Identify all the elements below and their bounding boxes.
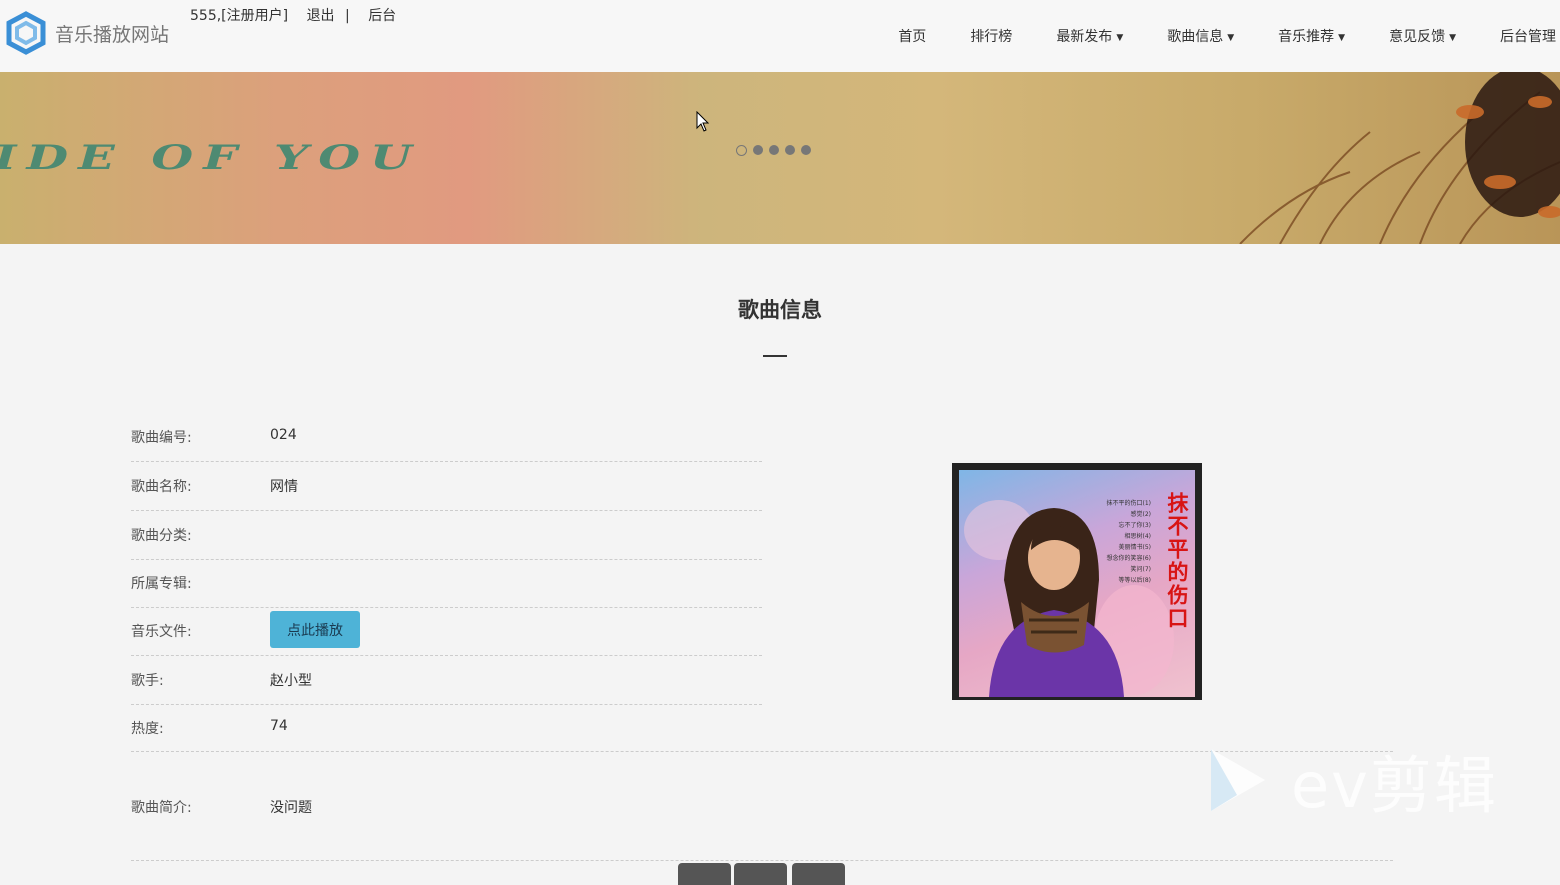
banner-grass-decoration xyxy=(1239,72,1560,244)
bottom-action-button[interactable] xyxy=(792,863,845,885)
row-value: 024 xyxy=(270,427,297,443)
carousel-dot[interactable] xyxy=(736,145,747,156)
nav-label: 排行榜 xyxy=(970,29,1013,45)
separator: | xyxy=(345,8,350,24)
main-nav: 首页 排行榜 最新发布 ▼ 歌曲信息 ▼ 音乐推荐 ▼ 意见反馈 ▼ 后台管理 xyxy=(854,26,1556,46)
info-row-popularity: 热度: 74 xyxy=(131,704,762,752)
row-label: 歌曲编号: xyxy=(131,430,192,446)
track-text: 相思树(4) xyxy=(1124,533,1152,540)
track-text: 美丽情书(5) xyxy=(1118,544,1152,551)
nav-item-admin[interactable]: 后台管理 xyxy=(1500,26,1556,46)
nav-item-recommend[interactable]: 音乐推荐 ▼ xyxy=(1278,26,1345,46)
backend-link[interactable]: 后台 xyxy=(368,8,396,24)
banner-text: IDE OF YOU xyxy=(0,138,422,178)
carousel-dot[interactable] xyxy=(753,145,763,155)
nav-label: 意见反馈 xyxy=(1389,29,1446,45)
cover-tracklist: 抹不平的伤口(1) 感觉(2) 忘不了你(3) 相思树(4) 美丽情书(5) 想… xyxy=(1107,498,1152,586)
watermark-text: ev剪辑 xyxy=(1291,749,1498,822)
info-row-intro: 歌曲简介: 没问题 xyxy=(131,783,762,831)
divider-dashed xyxy=(131,751,1393,752)
nav-label: 歌曲信息 xyxy=(1167,29,1224,45)
row-value: 没问题 xyxy=(270,800,312,816)
site-title[interactable]: 音乐播放网站 xyxy=(55,20,169,47)
caret-down-icon: ▼ xyxy=(1227,33,1235,43)
carousel-dot[interactable] xyxy=(801,145,811,155)
nav-item-feedback[interactable]: 意见反馈 ▼ xyxy=(1389,26,1456,46)
nav-item-ranking[interactable]: 排行榜 xyxy=(970,26,1012,46)
info-row-singer: 歌手: 赵小型 xyxy=(131,656,762,705)
mouse-cursor-icon xyxy=(696,111,710,132)
row-value: 网情 xyxy=(270,479,298,495)
info-row-music-file: 音乐文件: 点此播放 xyxy=(131,607,762,656)
cover-artwork: 抹不平的伤口(1) 感觉(2) 忘不了你(3) 相思树(4) 美丽情书(5) 想… xyxy=(959,470,1195,697)
row-label: 歌手: xyxy=(131,673,164,689)
row-value: 赵小型 xyxy=(270,673,312,689)
nav-label: 首页 xyxy=(898,29,927,45)
row-label: 热度: xyxy=(131,721,164,737)
play-button[interactable]: 点此播放 xyxy=(270,611,360,648)
nav-item-home[interactable]: 首页 xyxy=(898,26,926,46)
album-cover-image: 抹不平的伤口(1) 感觉(2) 忘不了你(3) 相思树(4) 美丽情书(5) 想… xyxy=(952,463,1202,700)
caret-down-icon: ▼ xyxy=(1449,33,1456,43)
bottom-action-button[interactable] xyxy=(678,863,731,885)
caret-down-icon: ▼ xyxy=(1116,33,1124,43)
row-label: 歌曲名称: xyxy=(131,479,192,495)
nav-label: 后台管理 xyxy=(1500,29,1556,45)
carousel-dot[interactable] xyxy=(785,145,795,155)
track-text: 抹不平的伤口(1) xyxy=(1106,500,1152,507)
nav-label: 音乐推荐 xyxy=(1278,29,1335,45)
nav-label: 最新发布 xyxy=(1056,29,1113,45)
info-row-song-name: 歌曲名称: 网情 xyxy=(131,462,762,511)
current-user: 555,[注册用户] xyxy=(190,8,289,24)
singer-portrait xyxy=(964,500,1174,697)
heading-divider xyxy=(763,355,787,357)
info-row-song-id: 歌曲编号: 024 xyxy=(131,413,762,462)
info-row-category: 歌曲分类: xyxy=(131,511,762,560)
page-title: 歌曲信息 xyxy=(738,298,822,322)
caret-down-icon: ▼ xyxy=(1338,33,1346,43)
nav-item-song-info[interactable]: 歌曲信息 ▼ xyxy=(1167,26,1234,46)
hexagon-logo-icon[interactable] xyxy=(4,11,48,55)
user-bar: 555,[注册用户] 退出 | 后台 xyxy=(190,5,410,25)
play-triangle-icon xyxy=(1211,749,1265,811)
row-label: 音乐文件: xyxy=(131,624,192,640)
row-label: 所属专辑: xyxy=(131,576,192,592)
row-label: 歌曲简介: xyxy=(131,800,192,816)
top-header: 音乐播放网站 555,[注册用户] 退出 | 后台 首页 排行榜 最新发布 ▼ 歌… xyxy=(0,0,1560,72)
banner-carousel[interactable]: IDE OF YOU xyxy=(0,72,1560,244)
info-row-album: 所属专辑: xyxy=(131,559,762,608)
logout-link[interactable]: 退出 xyxy=(307,8,335,24)
track-text: 想念你的笑容(6) xyxy=(1106,555,1152,562)
ev-watermark: ev剪辑 xyxy=(1207,735,1498,825)
cover-title: 抹不平的伤口 xyxy=(1165,492,1189,630)
track-text: 笑问(7) xyxy=(1130,566,1152,573)
row-label: 歌曲分类: xyxy=(131,528,192,544)
track-text: 等等以后(8) xyxy=(1118,577,1152,584)
bottom-action-button[interactable] xyxy=(734,863,787,885)
nav-item-latest[interactable]: 最新发布 ▼ xyxy=(1056,26,1123,46)
track-text: 忘不了你(3) xyxy=(1118,522,1152,529)
divider-dashed xyxy=(131,860,1393,861)
track-text: 感觉(2) xyxy=(1130,511,1152,518)
carousel-indicators xyxy=(736,145,817,156)
row-value: 74 xyxy=(270,718,288,734)
carousel-dot[interactable] xyxy=(769,145,779,155)
